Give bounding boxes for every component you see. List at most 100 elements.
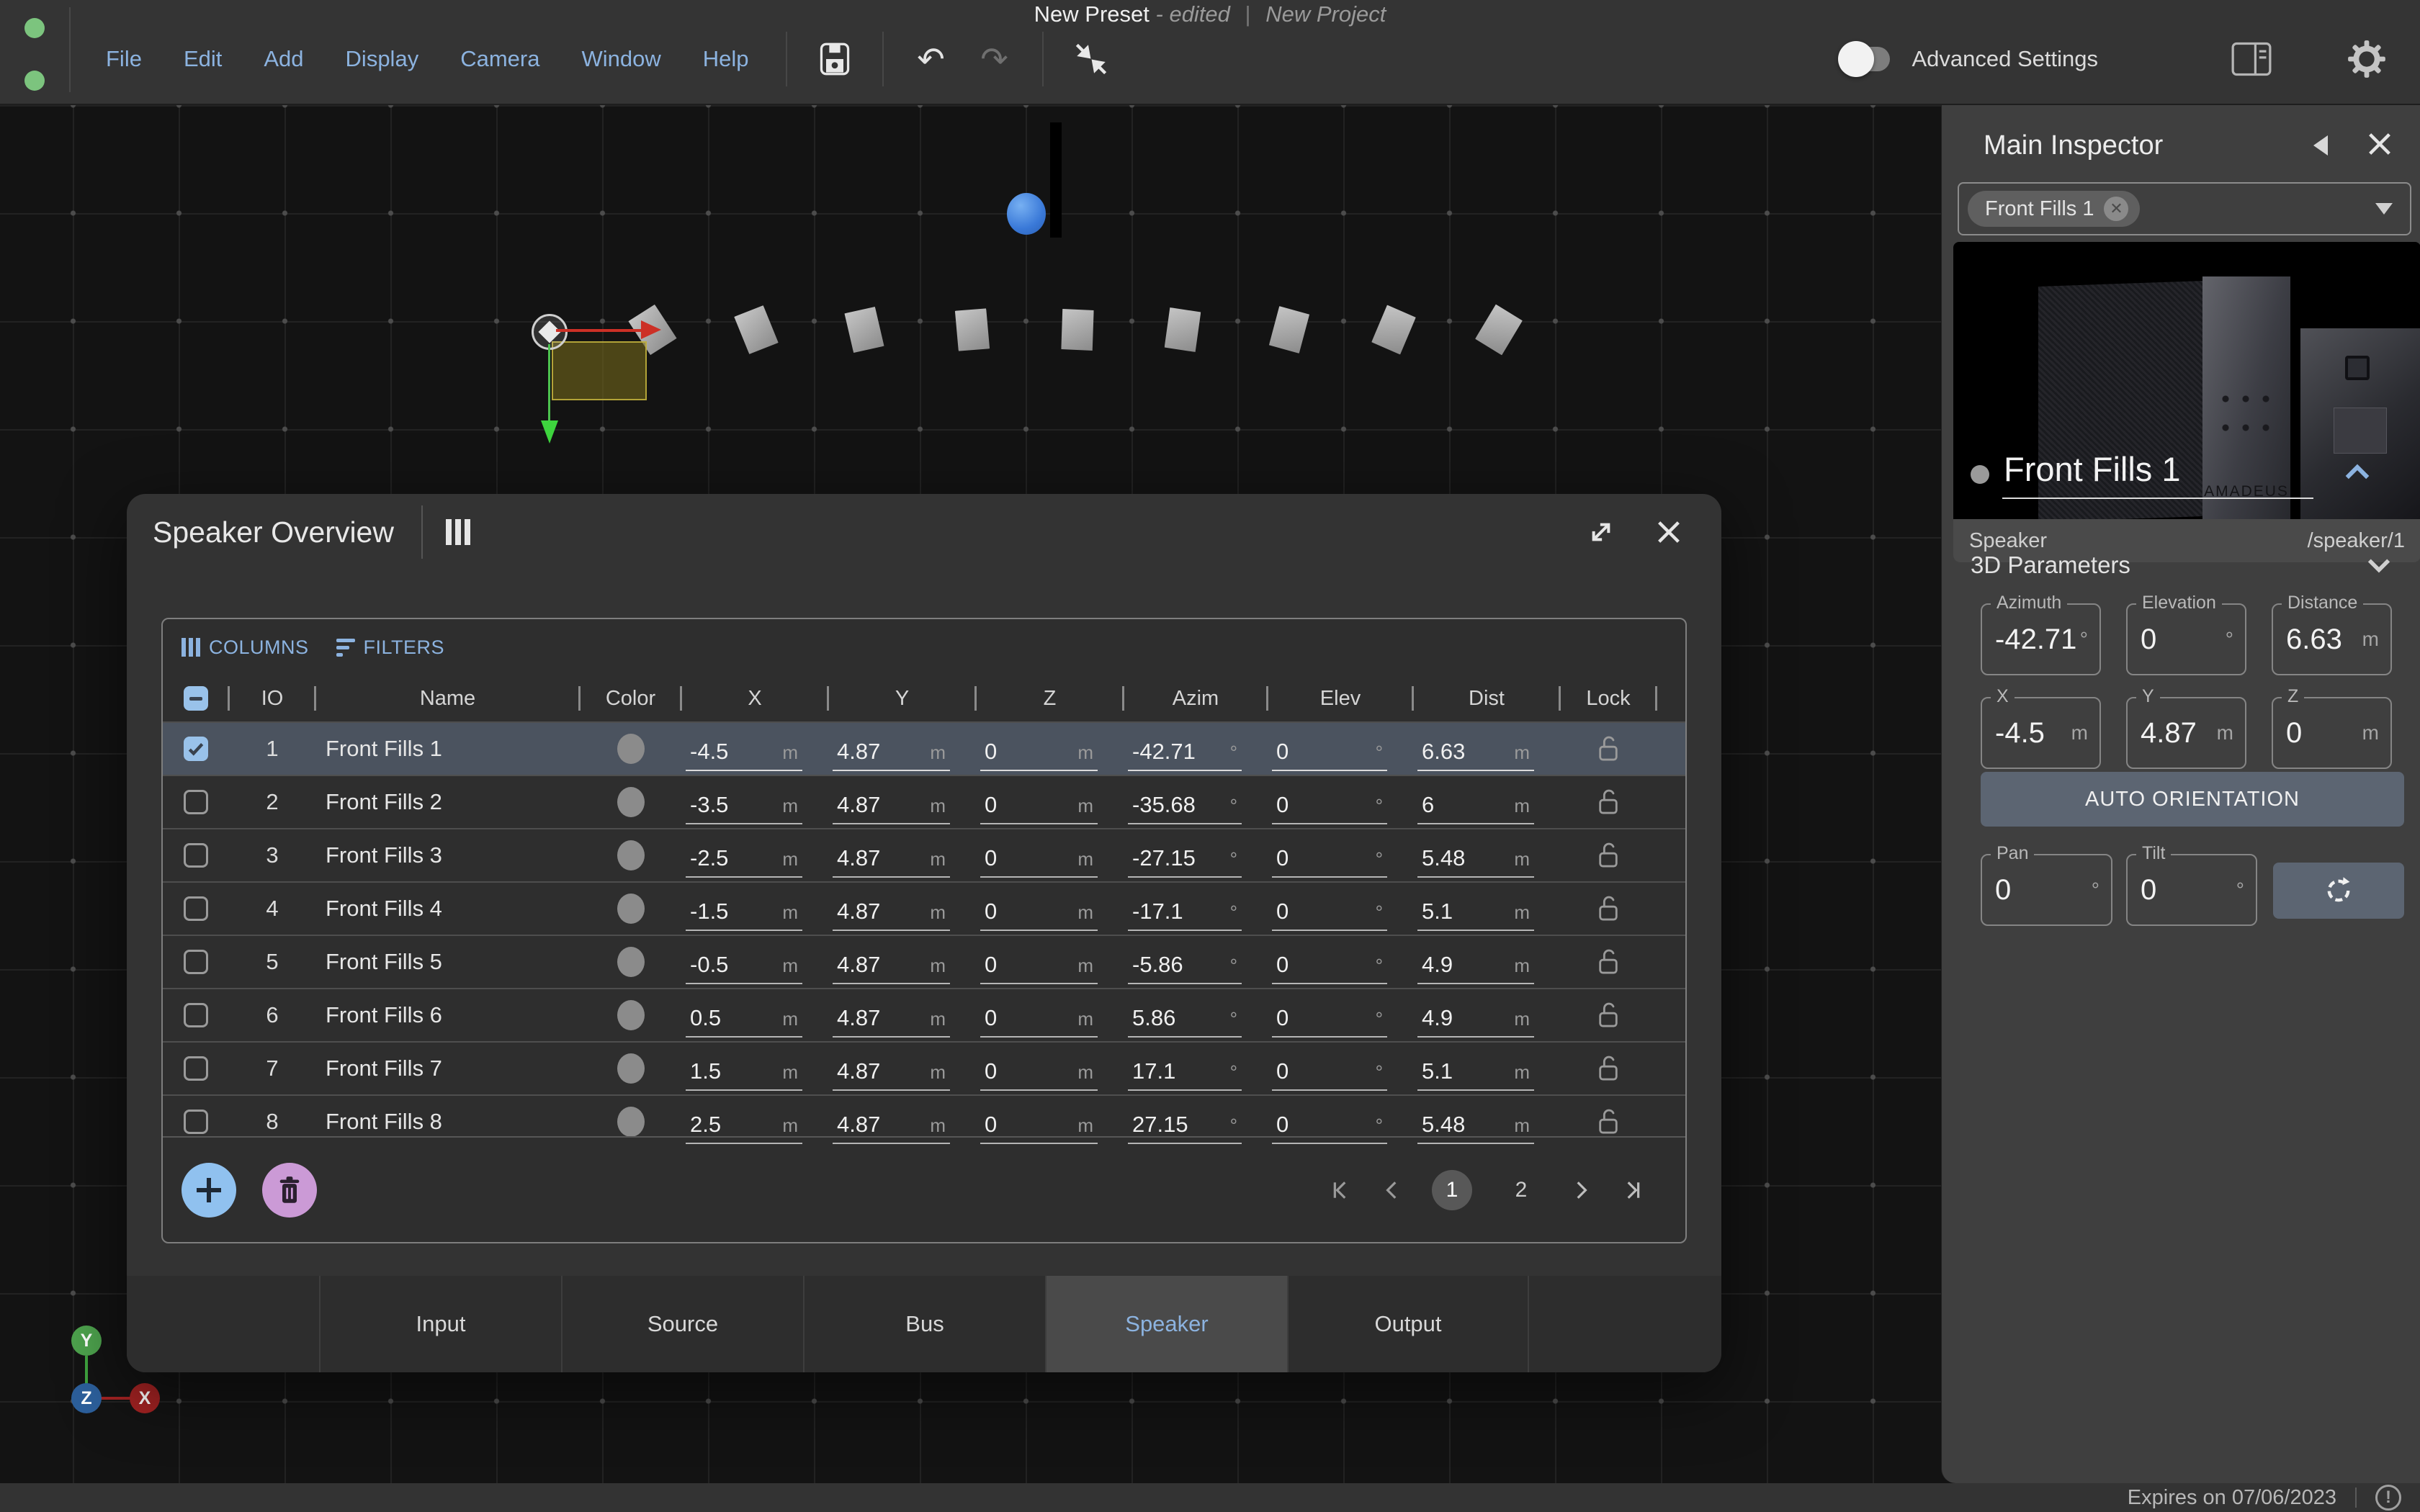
x-cell[interactable]: 1.5m	[681, 1043, 828, 1094]
row-checkbox[interactable]	[184, 1056, 208, 1081]
color-swatch-cell[interactable]	[580, 989, 681, 1041]
table-view-icon[interactable]	[446, 519, 470, 545]
speaker-name-field[interactable]: Front Fills 1	[2002, 449, 2313, 499]
menu-item-add[interactable]: Add	[243, 46, 324, 72]
x-value[interactable]: -4.5	[1995, 717, 2045, 750]
azimuth-field[interactable]: Azimuth -42.71 °	[1981, 603, 2101, 675]
elev-cell[interactable]: 0°	[1268, 883, 1413, 935]
x-cell[interactable]: -4.5m	[681, 723, 828, 775]
panel-layout-icon[interactable]	[2231, 39, 2272, 79]
tab-input[interactable]: Input	[319, 1276, 561, 1372]
speaker-object-3[interactable]	[731, 302, 781, 356]
color-swatch[interactable]	[617, 840, 645, 870]
header-lock[interactable]: Lock	[1560, 675, 1657, 721]
header-azim[interactable]: Azim	[1124, 675, 1268, 721]
z-cell[interactable]: 0m	[976, 989, 1124, 1041]
first-page-icon[interactable]	[1331, 1179, 1353, 1201]
color-swatch-cell[interactable]	[580, 1043, 681, 1094]
dropdown-caret-icon[interactable]	[2375, 203, 2393, 215]
tab-source[interactable]: Source	[561, 1276, 803, 1372]
previous-page-icon[interactable]	[1381, 1179, 1403, 1201]
header-x[interactable]: X	[681, 675, 828, 721]
name-cell[interactable]: Front Fills 6	[315, 989, 580, 1041]
name-cell[interactable]: Front Fills 7	[315, 1043, 580, 1094]
elev-cell[interactable]: 0°	[1268, 989, 1413, 1041]
menu-item-display[interactable]: Display	[325, 46, 440, 72]
y-axis-handle[interactable]	[548, 344, 550, 420]
page-2-button[interactable]: 2	[1501, 1178, 1541, 1202]
name-cell[interactable]: Front Fills 2	[315, 776, 580, 828]
row-checkbox[interactable]	[184, 896, 208, 921]
z-cell[interactable]: 0m	[976, 1043, 1124, 1094]
row-checkbox[interactable]	[184, 1110, 208, 1134]
speaker-object-10[interactable]	[1474, 303, 1523, 357]
speaker-object-4[interactable]	[841, 304, 887, 356]
menu-item-window[interactable]: Window	[560, 46, 681, 72]
elev-cell[interactable]: 0°	[1268, 776, 1413, 828]
y-cell[interactable]: 4.87m	[828, 989, 976, 1041]
menu-item-camera[interactable]: Camera	[439, 46, 560, 72]
tab-bus[interactable]: Bus	[803, 1276, 1045, 1372]
header-color[interactable]: Color	[580, 675, 681, 721]
table-row[interactable]: 7 Front Fills 7 1.5m 4.87m 0m 17.1° 0° 5…	[163, 1041, 1685, 1094]
color-swatch-cell[interactable]	[580, 723, 681, 775]
lock-toggle[interactable]	[1560, 829, 1657, 881]
save-icon[interactable]	[815, 39, 855, 79]
collapse-panels-icon[interactable]	[1071, 39, 1111, 79]
azim-cell[interactable]: -35.68°	[1124, 776, 1268, 828]
redo-icon[interactable]: ↷	[974, 39, 1015, 79]
dist-cell[interactable]: 5.1m	[1413, 883, 1560, 935]
name-cell[interactable]: Front Fills 3	[315, 829, 580, 881]
table-row[interactable]: 3 Front Fills 3 -2.5m 4.87m 0m -27.15° 0…	[163, 828, 1685, 881]
axis-y-button[interactable]: Y	[71, 1326, 102, 1356]
select-all-checkbox[interactable]	[184, 686, 208, 711]
section-chevron-icon[interactable]	[2366, 557, 2392, 573]
menu-item-edit[interactable]: Edit	[163, 46, 243, 72]
table-row[interactable]: 6 Front Fills 6 0.5m 4.87m 0m 5.86° 0° 4…	[163, 988, 1685, 1041]
z-cell[interactable]: 0m	[976, 776, 1124, 828]
color-swatch-cell[interactable]	[580, 829, 681, 881]
dist-cell[interactable]: 5.1m	[1413, 1043, 1560, 1094]
remove-selection-icon[interactable]: ✕	[2104, 197, 2128, 221]
advanced-settings-toggle[interactable]	[1842, 47, 1890, 71]
3d-parameters-section-header[interactable]: 3D Parameters	[1971, 552, 2392, 579]
name-cell[interactable]: Front Fills 5	[315, 936, 580, 988]
z-field[interactable]: Z 0 m	[2272, 697, 2392, 769]
speaker-object-9[interactable]	[1371, 304, 1417, 356]
azimuth-value[interactable]: -42.71	[1995, 624, 2076, 656]
collapse-preview-icon[interactable]	[2344, 464, 2371, 485]
header-io[interactable]: IO	[229, 675, 315, 721]
tilt-field[interactable]: Tilt 0 °	[2126, 854, 2257, 926]
z-cell[interactable]: 0m	[976, 829, 1124, 881]
y-cell[interactable]: 4.87m	[828, 936, 976, 988]
speaker-object-5[interactable]	[951, 305, 993, 354]
speaker-object-6[interactable]	[1059, 307, 1095, 352]
pan-value[interactable]: 0	[1995, 874, 2011, 906]
speaker-object-7[interactable]	[1164, 307, 1201, 352]
speaker-object-8[interactable]	[1268, 305, 1310, 354]
z-value[interactable]: 0	[2286, 717, 2302, 750]
dist-cell[interactable]: 6m	[1413, 776, 1560, 828]
row-checkbox[interactable]	[184, 950, 208, 974]
header-dist[interactable]: Dist	[1413, 675, 1560, 721]
source-sphere[interactable]	[1007, 193, 1046, 235]
z-cell[interactable]: 0m	[976, 936, 1124, 988]
lock-toggle[interactable]	[1560, 989, 1657, 1041]
x-cell[interactable]: -2.5m	[681, 829, 828, 881]
azim-cell[interactable]: -42.71°	[1124, 723, 1268, 775]
azim-cell[interactable]: -27.15°	[1124, 829, 1268, 881]
header-name[interactable]: Name	[315, 675, 580, 721]
add-speaker-button[interactable]	[182, 1163, 236, 1218]
undo-icon[interactable]: ↶	[911, 39, 951, 79]
lock-toggle[interactable]	[1560, 883, 1657, 935]
y-cell[interactable]: 4.87m	[828, 829, 976, 881]
auto-orientation-button[interactable]: AUTO ORIENTATION	[1981, 772, 2404, 827]
filters-button[interactable]: FILTERS	[336, 636, 445, 659]
reset-rotation-button[interactable]	[2273, 863, 2404, 919]
y-value[interactable]: 4.87	[2141, 717, 2197, 750]
elev-cell[interactable]: 0°	[1268, 723, 1413, 775]
elev-cell[interactable]: 0°	[1268, 936, 1413, 988]
y-cell[interactable]: 4.87m	[828, 723, 976, 775]
x-cell[interactable]: -1.5m	[681, 883, 828, 935]
name-cell[interactable]: Front Fills 1	[315, 723, 580, 775]
